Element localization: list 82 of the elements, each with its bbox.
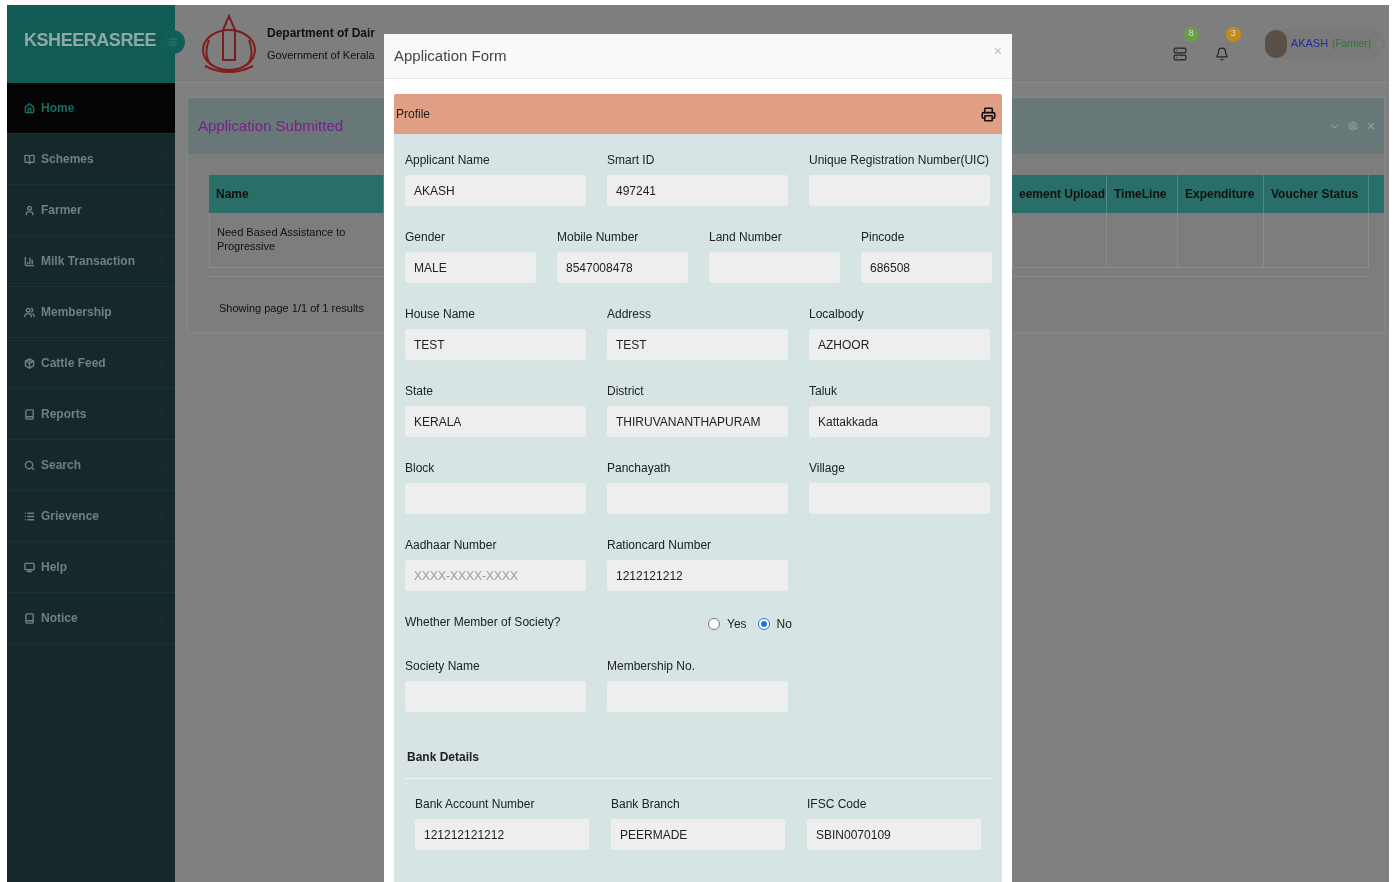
- input-field[interactable]: MALE: [405, 252, 536, 283]
- field-label: Bank Account Number: [415, 796, 536, 813]
- input-field[interactable]: THIRUVANANTHAPURAM: [607, 406, 788, 437]
- print-icon[interactable]: [981, 106, 996, 122]
- field-label: IFSC Code: [807, 796, 868, 813]
- field-label: Block: [405, 460, 436, 477]
- field-label: Applicant Name: [405, 152, 491, 169]
- field-label: Panchayath: [607, 460, 672, 477]
- input-field[interactable]: [809, 483, 990, 514]
- input-field[interactable]: [405, 483, 586, 514]
- close-icon[interactable]: [1366, 121, 1376, 131]
- settings-icon[interactable]: [1348, 121, 1358, 131]
- input-field[interactable]: [405, 681, 586, 712]
- count-badge: 3: [1225, 26, 1241, 42]
- input-field[interactable]: 8547008478: [557, 252, 688, 283]
- field-label: Gender: [405, 229, 447, 246]
- field-label: Society Name: [405, 658, 481, 675]
- field-label: Mobile Number: [557, 229, 640, 246]
- field-label: Taluk: [809, 383, 838, 400]
- field-label: House Name: [405, 306, 477, 323]
- input-field[interactable]: AZHOOR: [809, 329, 990, 360]
- table-cell-text: Need Based Assistance to Progressive: [216, 225, 347, 254]
- radio-option[interactable]: Yes: [708, 615, 747, 633]
- bank-section-title: Bank Details: [407, 750, 480, 764]
- count-badge: 8: [1183, 26, 1199, 42]
- input-field[interactable]: KERALA: [405, 406, 586, 437]
- modal-title: Application Form: [394, 45, 507, 66]
- input-field[interactable]: [607, 681, 788, 712]
- book-icon: [24, 408, 35, 420]
- book-icon: [24, 153, 35, 165]
- input-field[interactable]: PEERMADE: [611, 819, 785, 850]
- field-label: Smart ID: [607, 152, 656, 169]
- field-label: Aadhaar Number: [405, 537, 498, 554]
- input-field[interactable]: 1212121212: [607, 560, 788, 591]
- pagination-text: Showing page 1/1 of 1 results: [219, 302, 364, 314]
- input-field[interactable]: TEST: [405, 329, 586, 360]
- input-field[interactable]: SBIN0070109: [807, 819, 981, 850]
- input-field[interactable]: 686508: [861, 252, 992, 283]
- panel-title: Application Submitted: [198, 115, 344, 136]
- field-label: District: [607, 383, 645, 400]
- input-field[interactable]: [809, 175, 990, 206]
- chart-icon: [24, 255, 35, 267]
- field-label: Bank Branch: [611, 796, 681, 813]
- government-subtitle: Government of Kerala: [267, 47, 376, 63]
- monitor-icon: [24, 561, 35, 573]
- column-header: Voucher Status: [1264, 175, 1369, 213]
- bell-icon: [1214, 46, 1229, 61]
- field-label: Unique Registration Number(UIC): [809, 152, 990, 169]
- field-label: State: [405, 383, 435, 400]
- column-header: Expenditure: [1178, 175, 1264, 213]
- field-label: Address: [607, 306, 653, 323]
- input-field[interactable]: TEST: [607, 329, 788, 360]
- question-label: Whether Member of Society?: [405, 614, 562, 631]
- input-field[interactable]: [607, 483, 788, 514]
- section-title: Profile: [396, 106, 430, 123]
- user-icon: [24, 204, 35, 216]
- input-field[interactable]: XXXX-XXXX-XXXX: [405, 560, 586, 591]
- package-icon: [24, 357, 35, 369]
- brand-title: KSHEERASREE: [24, 30, 157, 50]
- input-field[interactable]: Kattakkada: [809, 406, 990, 437]
- input-field[interactable]: [709, 252, 840, 283]
- input-field[interactable]: AKASH: [405, 175, 586, 206]
- field-label: Membership No.: [607, 658, 697, 675]
- field-label: Rationcard Number: [607, 537, 713, 554]
- avatar-icon: [1264, 29, 1287, 58]
- list-icon: [24, 510, 35, 522]
- search-icon: [24, 459, 35, 471]
- user-role: (Farmer): [1332, 37, 1371, 51]
- book-icon: [24, 612, 35, 624]
- home-icon: [24, 102, 35, 114]
- input-field[interactable]: 497241: [607, 175, 788, 206]
- tray-icon: [1172, 46, 1187, 61]
- user-name: AKASH: [1290, 36, 1329, 52]
- field-label: Localbody: [809, 306, 865, 323]
- field-label: Village: [809, 460, 846, 477]
- input-field[interactable]: 121212121212: [415, 819, 589, 850]
- field-label: Pincode: [861, 229, 906, 246]
- department-title: Department of Dair: [267, 24, 376, 42]
- field-label: Land Number: [709, 229, 783, 246]
- column-header: TimeLine: [1107, 175, 1178, 213]
- radio-option[interactable]: No: [757, 615, 792, 633]
- users-icon: [24, 306, 35, 318]
